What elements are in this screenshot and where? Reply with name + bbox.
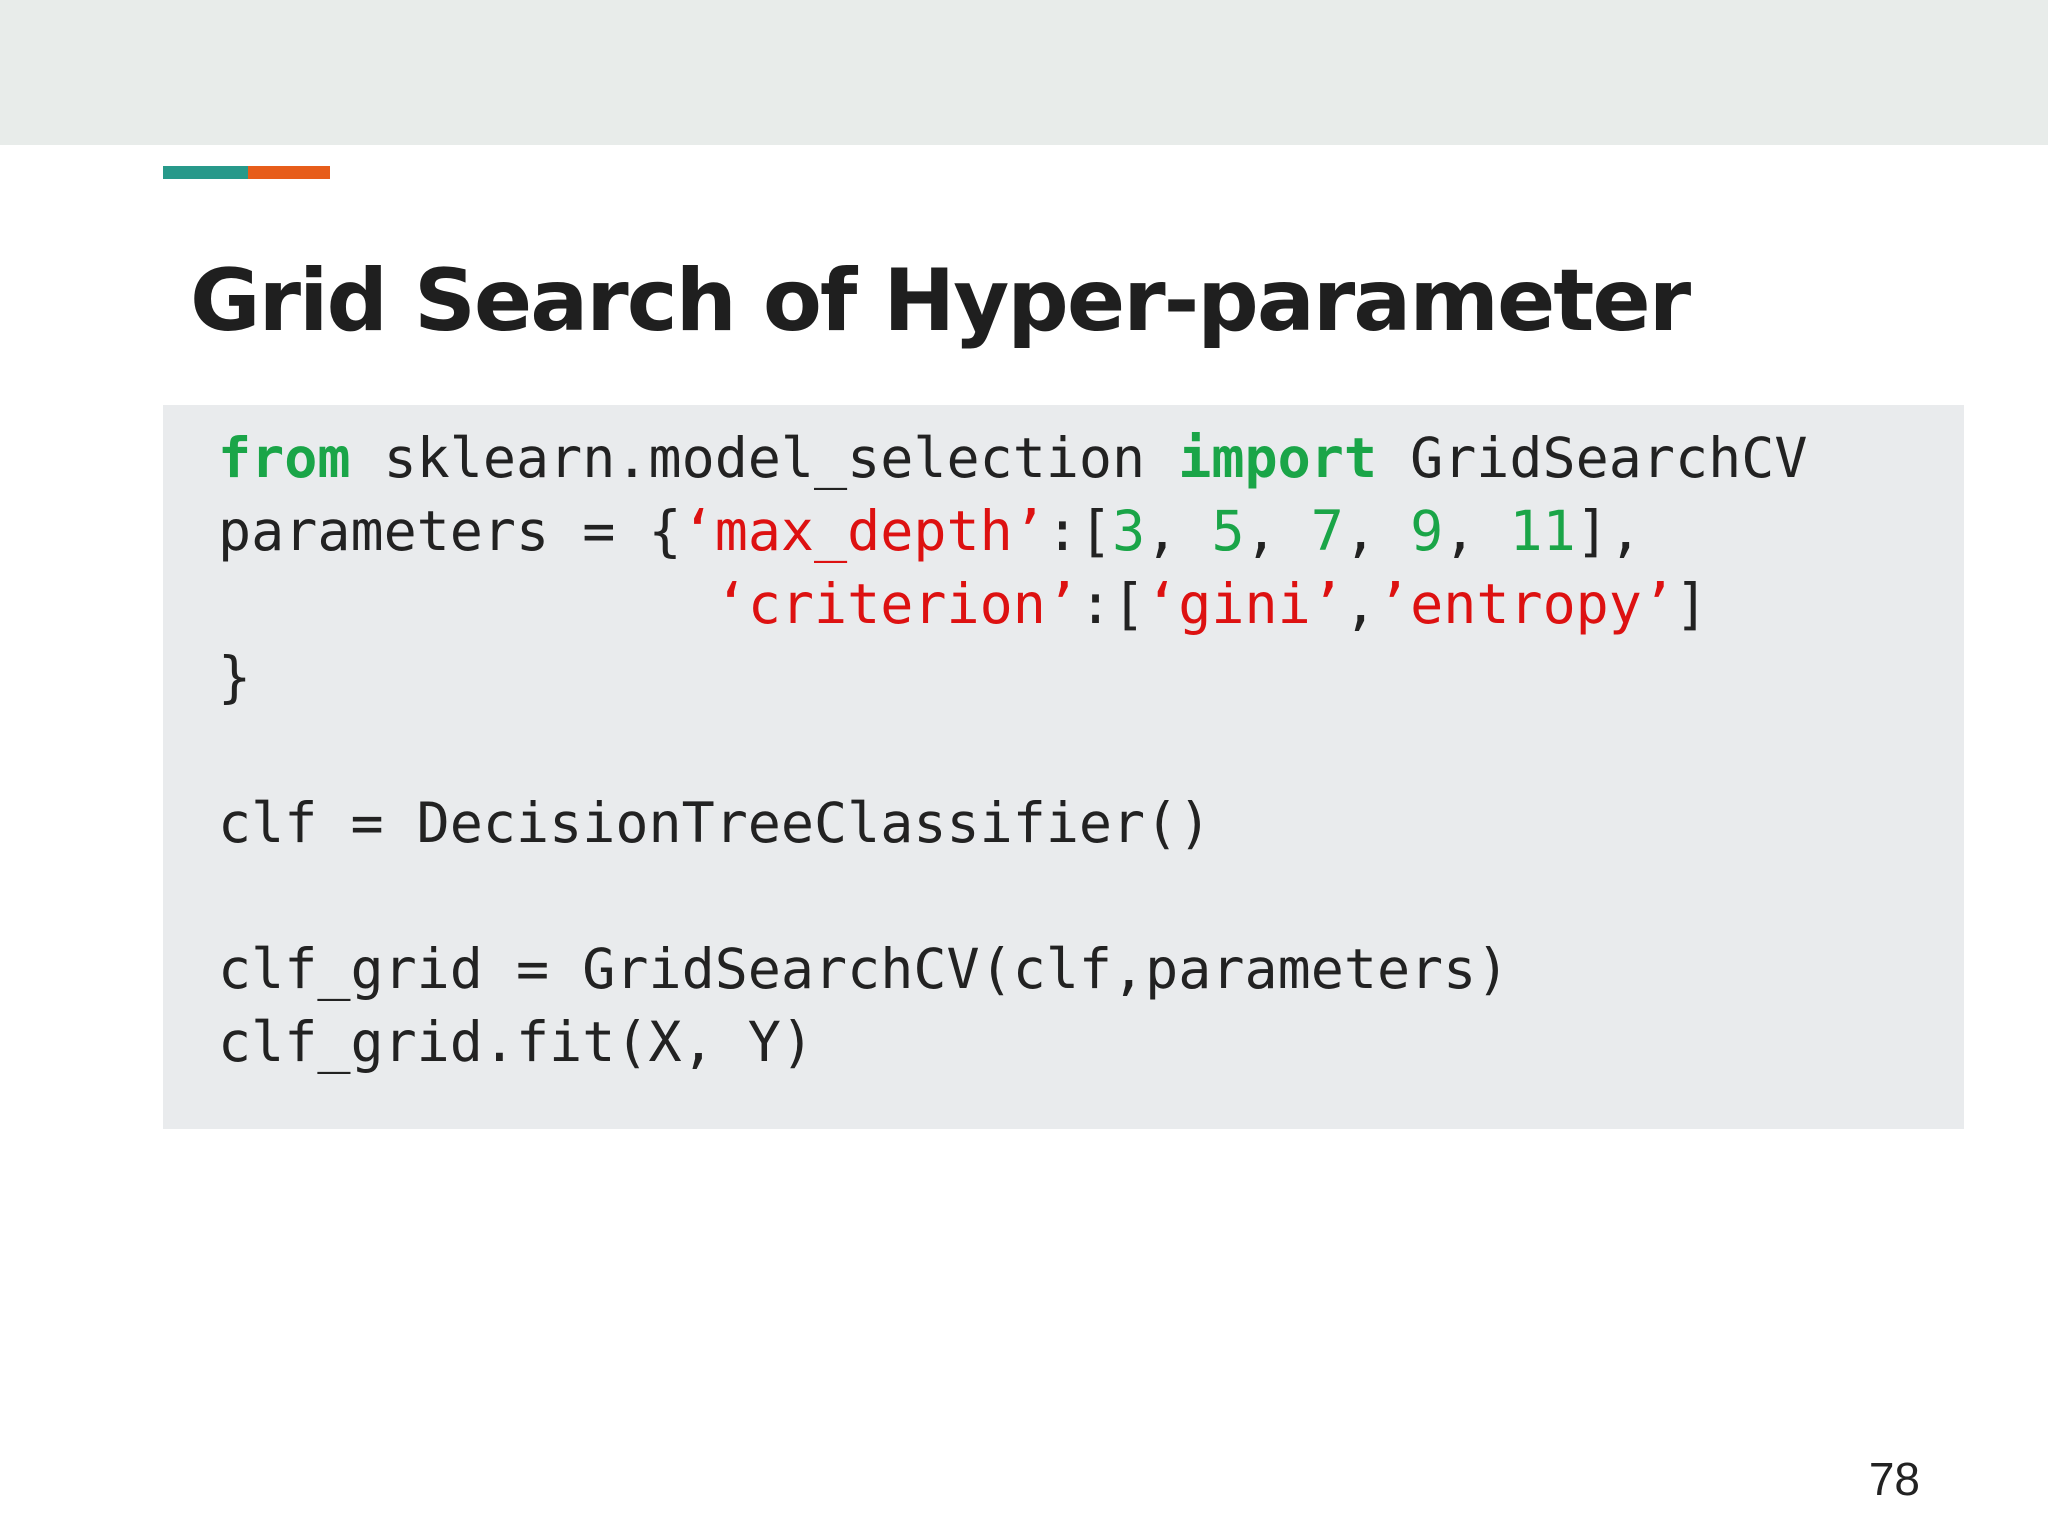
header-band xyxy=(0,0,2048,145)
code-punct: :[ xyxy=(1045,499,1113,563)
code-line-3: ‘criterion’:[‘gini’,’entropy’] xyxy=(218,572,1708,636)
code-punct: , xyxy=(1145,499,1212,563)
slide: Grid Search of Hyper-parameter from skle… xyxy=(0,0,2048,1536)
code-punct: , xyxy=(1443,499,1510,563)
number-11: 11 xyxy=(1509,499,1576,563)
page-number: 78 xyxy=(1868,1453,1920,1505)
string-gini: ‘gini’ xyxy=(1145,572,1344,636)
code-line-2: parameters = {‘max_depth’:[3, 5, 7, 9, 1… xyxy=(218,499,1642,563)
code-punct: ], xyxy=(1575,499,1642,563)
code-punct: , xyxy=(1343,499,1411,563)
accent-bar-orange xyxy=(248,166,330,179)
module-name: sklearn.model_selection xyxy=(350,426,1179,490)
number-9: 9 xyxy=(1410,499,1444,563)
accent-bar-teal xyxy=(163,166,248,179)
slide-title: Grid Search of Hyper-parameter xyxy=(190,251,1691,351)
code-line-5: clf = DecisionTreeClassifier() xyxy=(218,791,1212,855)
code-line-1: from sklearn.model_selection import Grid… xyxy=(218,426,1807,490)
code-block: from sklearn.model_selection import Grid… xyxy=(218,422,1807,1079)
import-name: GridSearchCV xyxy=(1376,426,1808,490)
code-punct: :[ xyxy=(1078,572,1146,636)
code-line-4: } xyxy=(218,645,252,709)
number-3: 3 xyxy=(1112,499,1146,563)
code-punct: ] xyxy=(1675,572,1709,636)
number-5: 5 xyxy=(1211,499,1245,563)
code-punct: , xyxy=(1244,499,1311,563)
keyword-from: from xyxy=(218,426,351,490)
string-criterion: ‘criterion’ xyxy=(714,572,1079,636)
code-punct: , xyxy=(1343,572,1377,636)
number-7: 7 xyxy=(1310,499,1344,563)
keyword-import: import xyxy=(1178,426,1377,490)
parameters-assign: parameters = { xyxy=(218,499,682,563)
string-max-depth: ‘max_depth’ xyxy=(681,499,1046,563)
code-line-6: clf_grid = GridSearchCV(clf,parameters) xyxy=(218,937,1510,1001)
code-line-7: clf_grid.fit(X, Y) xyxy=(218,1010,815,1074)
string-entropy: ’entropy’ xyxy=(1377,572,1676,636)
